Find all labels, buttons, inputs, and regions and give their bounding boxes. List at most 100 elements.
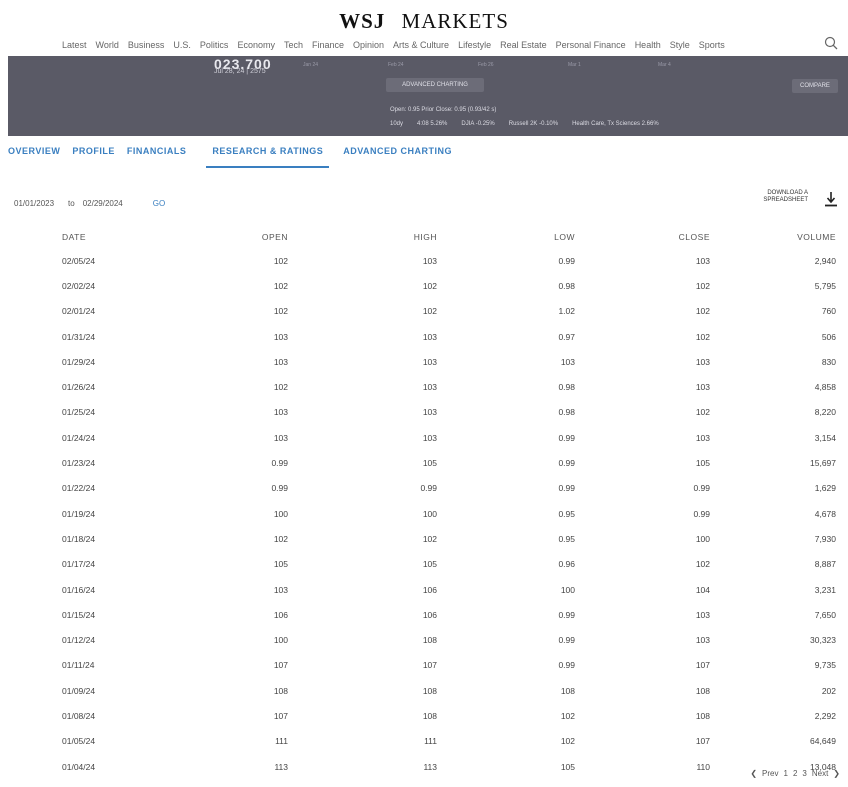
cell-date: 01/09/24 [62, 685, 96, 696]
table-row: 01/18/24 102 102 0.95 100 7,930 [0, 526, 848, 551]
nav-item-style[interactable]: Style [670, 40, 690, 50]
table-row: 01/09/24 108 108 108 108 202 [0, 678, 848, 703]
column-header-high[interactable]: HIGH [288, 226, 437, 248]
chevron-left-icon[interactable]: ❮ [750, 769, 757, 778]
download-label: SPREADSHEET [763, 197, 808, 203]
nav-item-finance[interactable]: Finance [312, 40, 344, 50]
table-row: 01/17/24 105 105 0.96 102 8,887 [0, 552, 848, 577]
cell-date: 01/24/24 [62, 432, 96, 443]
column-header-date[interactable]: DATE [0, 226, 140, 248]
index-item[interactable]: Health Care, Tx Sciences 2.66% [572, 121, 659, 127]
masthead: WSJ MARKETS Latest World Business U.S. P… [0, 0, 848, 56]
to-date-input[interactable]: 02/29/2024 [83, 199, 123, 208]
tab-advanced-charting[interactable]: ADVANCED CHARTING [337, 146, 458, 168]
quote-header: 023.700 Jul 28, 24 | 2575 Jan 24 Feb 24 … [8, 56, 848, 136]
cell-close: 102 [695, 331, 710, 342]
cell-high: 103 [422, 356, 437, 367]
cell-close: 105 [695, 458, 710, 469]
cell-volume: 4,858 [814, 382, 836, 393]
index-item[interactable]: DJIA -0.25% [461, 121, 494, 127]
section-name: MARKETS [401, 9, 509, 33]
cell-close: 104 [695, 584, 710, 595]
cell-open: 102 [273, 280, 288, 291]
index-item[interactable]: 10dy [390, 121, 403, 127]
nav-item-arts-culture[interactable]: Arts & Culture [393, 40, 449, 50]
cell-date: 01/26/24 [62, 382, 96, 393]
pagination: ❮ Prev 1 2 3 Next ❯ [750, 769, 840, 778]
column-header-close[interactable]: CLOSE [575, 226, 710, 248]
nav-item-lifestyle[interactable]: Lifestyle [458, 40, 491, 50]
cell-low: 0.98 [558, 382, 575, 393]
cell-volume: 3,231 [814, 584, 836, 595]
prev-page-link[interactable]: Prev [762, 769, 778, 778]
cell-close: 103 [695, 609, 710, 620]
cell-high: 106 [422, 584, 437, 595]
cell-open: 107 [273, 710, 288, 721]
download-label: DOWNLOAD A [767, 190, 808, 196]
cell-volume: 4,678 [814, 508, 836, 519]
nav-item-us[interactable]: U.S. [173, 40, 191, 50]
nav-item-sports[interactable]: Sports [699, 40, 725, 50]
chart-tick: Mar 4 [658, 62, 671, 68]
historical-prices-table: DATE OPEN HIGH LOW CLOSE VOLUME 02/05/24… [0, 226, 848, 779]
cell-high: 106 [422, 609, 437, 620]
chevron-right-icon[interactable]: ❯ [833, 769, 840, 778]
table-header-row: DATE OPEN HIGH LOW CLOSE VOLUME [0, 226, 848, 248]
cell-low: 1.02 [558, 306, 575, 317]
cell-close: 102 [695, 280, 710, 291]
search-icon[interactable] [824, 36, 838, 50]
cell-date: 01/08/24 [62, 710, 96, 721]
cell-close: 103 [695, 635, 710, 646]
cell-low: 102 [560, 710, 575, 721]
nav-item-health[interactable]: Health [635, 40, 661, 50]
index-item[interactable]: Russell 2K -0.10% [509, 121, 558, 127]
cell-date: 01/05/24 [62, 736, 96, 747]
cell-volume: 8,220 [814, 407, 836, 418]
nav-item-opinion[interactable]: Opinion [353, 40, 384, 50]
tab-overview[interactable]: OVERVIEW [0, 146, 66, 168]
next-page-link[interactable]: Next [812, 769, 828, 778]
cell-close: 103 [695, 382, 710, 393]
brand-logo[interactable]: WSJ MARKETS [0, 9, 848, 34]
page-link-2[interactable]: 2 [793, 769, 797, 778]
column-header-volume[interactable]: VOLUME [710, 226, 848, 248]
tab-research-ratings[interactable]: RESEARCH & RATINGS [206, 146, 330, 168]
index-item[interactable]: 4:08 5.26% [417, 121, 447, 127]
tab-financials[interactable]: FINANCIALS [121, 146, 193, 168]
cell-date: 01/19/24 [62, 508, 96, 519]
nav-item-tech[interactable]: Tech [284, 40, 303, 50]
nav-item-personal-finance[interactable]: Personal Finance [556, 40, 626, 50]
cell-low: 0.98 [558, 280, 575, 291]
column-header-low[interactable]: LOW [437, 226, 575, 248]
download-icon[interactable] [824, 190, 838, 208]
download-spreadsheet-link[interactable]: DOWNLOAD A SPREADSHEET [738, 190, 808, 204]
page-link-1[interactable]: 1 [783, 769, 787, 778]
cell-volume: 5,795 [814, 280, 836, 291]
nav-item-real-estate[interactable]: Real Estate [500, 40, 547, 50]
cell-high: 102 [422, 533, 437, 544]
page-link-3[interactable]: 3 [802, 769, 806, 778]
cell-close: 107 [695, 660, 710, 671]
cell-high: 105 [422, 559, 437, 570]
cell-high: 102 [422, 306, 437, 317]
cell-close: 103 [695, 255, 710, 266]
compare-button[interactable]: COMPARE [792, 79, 838, 93]
table-row: 01/26/24 102 103 0.98 103 4,858 [0, 374, 848, 399]
nav-item-politics[interactable]: Politics [200, 40, 229, 50]
nav-item-economy[interactable]: Economy [237, 40, 275, 50]
tab-profile[interactable]: PROFILE [66, 146, 121, 168]
nav-item-world[interactable]: World [96, 40, 119, 50]
go-button[interactable]: GO [153, 199, 165, 208]
cell-high: 102 [422, 280, 437, 291]
advanced-charting-button[interactable]: ADVANCED CHARTING [386, 78, 484, 92]
column-header-open[interactable]: OPEN [140, 226, 288, 248]
table-row: 01/29/24 103 103 103 103 830 [0, 349, 848, 374]
cell-date: 01/29/24 [62, 356, 96, 367]
table-row: 01/23/24 0.99 105 0.99 105 15,697 [0, 450, 848, 475]
cell-date: 01/18/24 [62, 533, 96, 544]
nav-item-latest[interactable]: Latest [62, 40, 87, 50]
from-date-input[interactable]: 01/01/2023 [14, 199, 54, 208]
price-timestamp: Jul 28, 24 | 2575 [214, 68, 266, 75]
cell-close: 102 [695, 559, 710, 570]
nav-item-business[interactable]: Business [128, 40, 165, 50]
